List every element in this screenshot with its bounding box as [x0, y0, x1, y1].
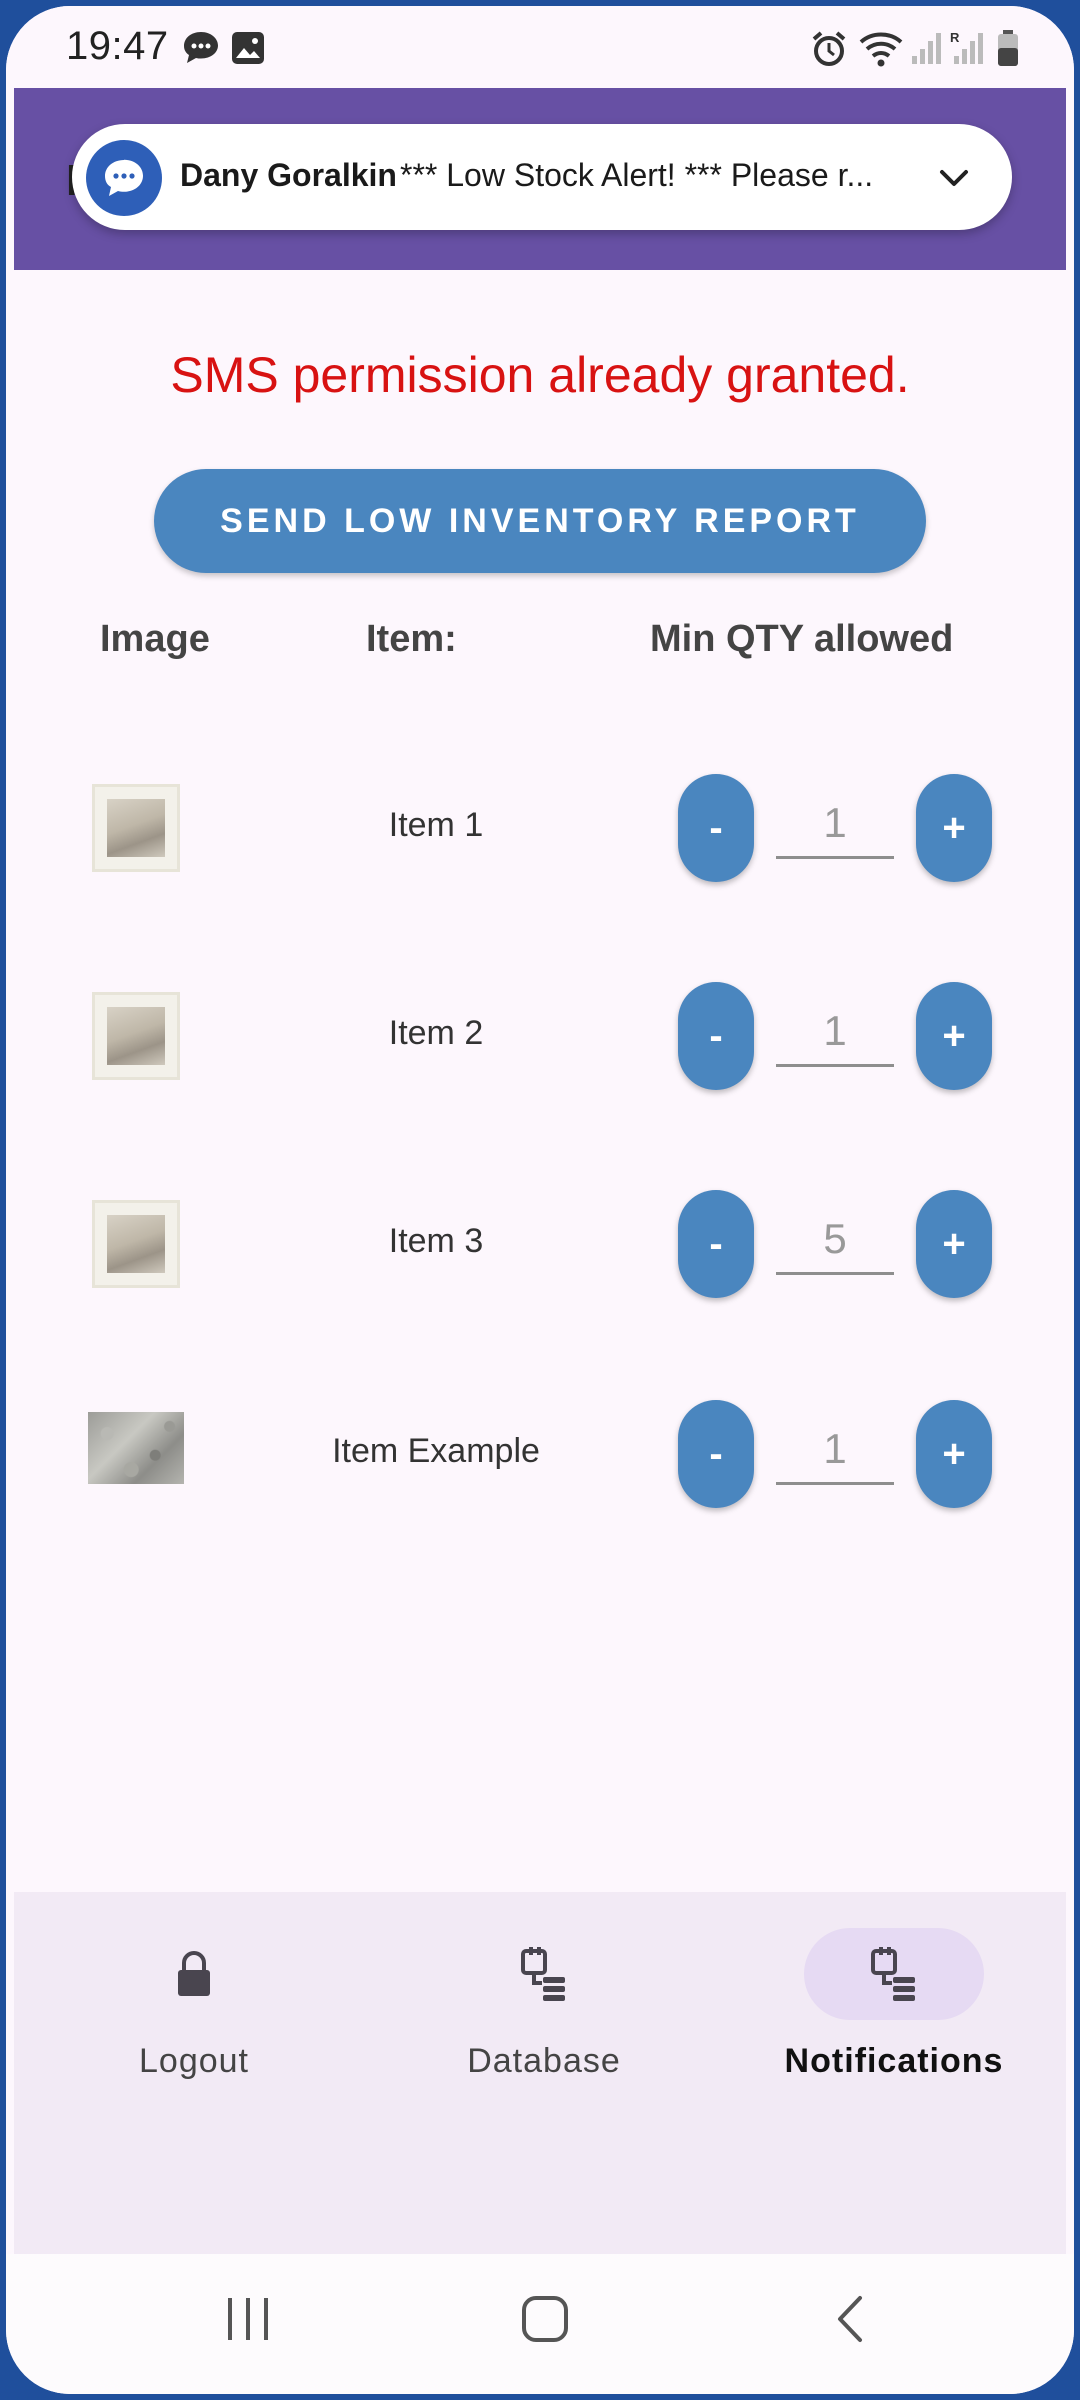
alarm-icon [810, 30, 848, 73]
table-row: Item 3 - 5 + [6, 1184, 1074, 1304]
nav-item-notifications[interactable]: Notifications [744, 1892, 1044, 2092]
table-row: Item Example - 1 + [6, 1394, 1074, 1514]
device-screen: 19:47 R N Dany Goralkin *** Low S [6, 6, 1074, 2394]
min-qty-input[interactable]: 1 [776, 998, 894, 1067]
notification-sender: Dany Goralkin [180, 157, 397, 193]
item-image [92, 1200, 180, 1288]
battery-icon [996, 30, 1020, 73]
back-icon[interactable] [832, 2294, 868, 2349]
increase-qty-button[interactable]: + [916, 982, 992, 1090]
gallery-icon [230, 30, 266, 71]
item-name: Item 1 [388, 806, 484, 844]
min-qty-input[interactable]: 1 [776, 790, 894, 859]
heads-up-notification[interactable]: Dany Goralkin *** Low Stock Alert! *** P… [72, 124, 1012, 230]
item-image [92, 992, 180, 1080]
item-image [88, 1412, 184, 1484]
notification-text: *** Low Stock Alert! *** Please r... [400, 157, 874, 193]
min-qty-input[interactable]: 5 [776, 1206, 894, 1275]
send-low-inventory-report-button[interactable]: SEND LOW INVENTORY REPORT [154, 469, 926, 573]
nav-item-logout[interactable]: Logout [44, 1892, 344, 2092]
header-min-qty: Min QTY allowed [650, 618, 954, 660]
decrease-qty-button[interactable]: - [678, 1400, 754, 1508]
permission-status-message: SMS permission already granted. [170, 347, 910, 403]
signal-icon [910, 30, 944, 71]
item-name: Item 3 [388, 1222, 484, 1260]
increase-qty-button[interactable]: + [916, 1400, 992, 1508]
chat-icon [182, 30, 220, 71]
nav-label: Database [467, 2042, 621, 2080]
database-icon [804, 1928, 984, 2020]
nav-item-database[interactable]: Database [394, 1892, 694, 2092]
bottom-navigation: Logout Database Notifications [14, 1892, 1066, 2254]
status-time: 19:47 [66, 24, 169, 68]
table-row: Item 1 - 1 + [6, 768, 1074, 888]
nav-label: Logout [139, 2042, 249, 2080]
roaming-signal-icon: R [950, 30, 986, 71]
status-bar: 19:47 R [6, 6, 1074, 90]
item-name: Item Example [332, 1432, 540, 1470]
increase-qty-button[interactable]: + [916, 1190, 992, 1298]
table-row: Item 2 - 1 + [6, 976, 1074, 1096]
chevron-down-icon[interactable] [934, 158, 974, 198]
decrease-qty-button[interactable]: - [678, 1190, 754, 1298]
nav-label: Notifications [784, 2042, 1004, 2080]
min-qty-input[interactable]: 1 [776, 1416, 894, 1485]
header-item: Item: [366, 618, 457, 660]
svg-text:R: R [950, 30, 960, 45]
item-image [92, 784, 180, 872]
recents-icon[interactable] [224, 2294, 272, 2349]
system-navigation-bar [6, 2254, 1074, 2394]
database-icon [454, 1928, 634, 2020]
decrease-qty-button[interactable]: - [678, 982, 754, 1090]
increase-qty-button[interactable]: + [916, 774, 992, 882]
lock-icon [104, 1928, 284, 2020]
wifi-icon [858, 30, 904, 73]
header-image: Image [100, 618, 210, 660]
item-name: Item 2 [388, 1014, 484, 1052]
home-icon[interactable] [520, 2294, 570, 2349]
message-bubble-icon [86, 140, 162, 216]
decrease-qty-button[interactable]: - [678, 774, 754, 882]
